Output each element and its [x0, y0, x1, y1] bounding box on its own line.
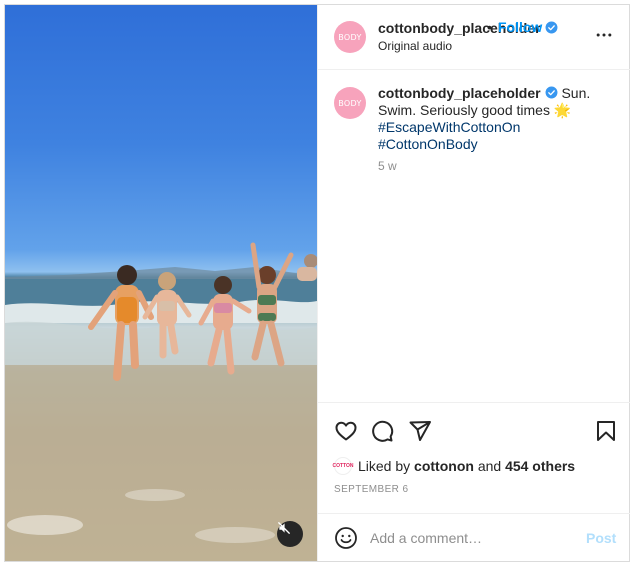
post-date: SEPTEMBER 6: [334, 484, 409, 495]
verified-badge-icon: [545, 86, 558, 99]
muted-speaker-icon: [278, 522, 290, 534]
likes-summary: COTTON Liked by cottonon and 454 others: [332, 457, 575, 475]
post-caption: BODY cottonbody_placeholder Sun. Swim. S…: [318, 71, 630, 401]
emoji-icon[interactable]: [334, 526, 358, 550]
original-audio-link[interactable]: Original audio: [378, 39, 452, 53]
post-video[interactable]: [5, 5, 317, 561]
avatar[interactable]: BODY: [334, 21, 366, 53]
comment-icon[interactable]: [370, 419, 394, 443]
caption-avatar[interactable]: BODY: [334, 87, 366, 119]
comment-input[interactable]: [370, 524, 570, 552]
caption-username[interactable]: cottonbody_placeholder: [378, 85, 541, 101]
beach-scene: [5, 242, 317, 561]
comment-box: Post: [318, 513, 630, 561]
avatar-text: BODY: [338, 32, 362, 42]
mute-toggle-button[interactable]: [277, 521, 303, 547]
liker-avatar[interactable]: COTTON: [332, 457, 354, 475]
send-icon[interactable]: [408, 419, 432, 443]
caption-text-block: cottonbody_placeholder Sun. Swim. Seriou…: [378, 85, 614, 153]
liked-by-username[interactable]: cottonon: [414, 458, 474, 474]
post-dialog: BODY cottonbody_placeholder • Follow Ori…: [4, 4, 630, 562]
likes-others-link[interactable]: 454 others: [505, 458, 575, 474]
heart-icon[interactable]: [334, 419, 358, 443]
likes-and: and: [477, 458, 502, 474]
post-header: BODY cottonbody_placeholder • Follow Ori…: [318, 5, 630, 70]
post-actions: COTTON Liked by cottonon and 454 others …: [318, 402, 630, 512]
bookmark-icon[interactable]: [594, 419, 618, 443]
post-comment-button[interactable]: Post: [586, 530, 616, 546]
likes-prefix: Liked by: [358, 458, 411, 474]
avatar-text: BODY: [338, 98, 362, 108]
liker-avatar-text: COTTON: [332, 463, 354, 469]
header-separator: •: [487, 19, 492, 35]
follow-button[interactable]: Follow: [498, 19, 542, 35]
more-horizontal-icon[interactable]: [594, 25, 614, 45]
post-side-panel: BODY cottonbody_placeholder • Follow Ori…: [317, 5, 630, 561]
post-age: 5 w: [378, 159, 397, 173]
hashtag-cottononbody[interactable]: #CottonOnBody: [378, 136, 614, 153]
verified-badge-icon: [545, 21, 558, 34]
hashtag-escapewithcottonon[interactable]: #EscapeWithCottonOn: [378, 119, 614, 136]
